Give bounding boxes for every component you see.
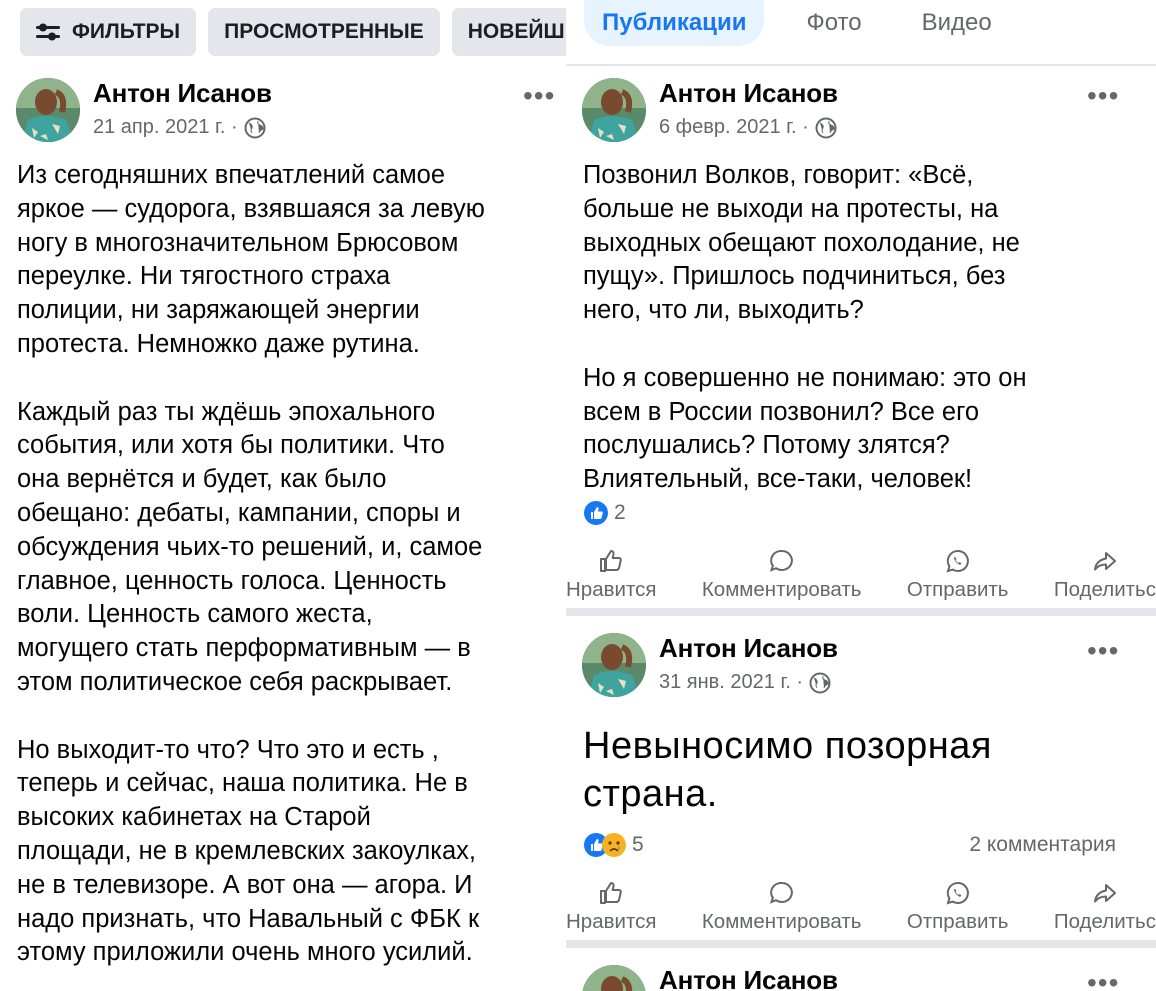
tabs-divider [566,64,1156,66]
profile-tabs: Публикации Фото Видео [584,0,1010,46]
filter-icon [36,23,60,41]
like-label: Нравится [566,578,657,601]
comment-icon [769,549,793,572]
author-name[interactable]: Антон Исанов [659,965,838,991]
post-text-large: Невыносимо позорная страна. [583,725,992,815]
like-button[interactable]: Нравится [566,880,656,934]
comment-label: Комментировать [701,910,862,933]
post-header: Антон Исанов 31 янв. 2021 г. · ••• [566,633,1156,699]
globe-icon [809,672,831,693]
post-card: Антон Исанов 6 февр. 2021 г. · ••• Позво… [566,78,1156,616]
post-date[interactable]: 31 янв. 2021 г. · [659,671,803,694]
author-name[interactable]: Антон Исанов [659,633,838,664]
filter-chips: ФИЛЬТРЫ ПРОСМОТРЕННЫЕ НОВЕЙШЕЕ [20,8,566,56]
send-label: Отправить [906,578,1009,601]
post-header: Антон Исанов ••• [566,965,1156,991]
filters-chip-label: ФИЛЬТРЫ [72,20,181,43]
reactions-summary[interactable]: 5 [584,833,644,857]
avatar-image [582,633,646,697]
tab-videos[interactable]: Видео [904,0,1010,46]
reactions-count: 5 [632,833,644,856]
whatsapp-icon [946,881,969,905]
reactions-count: 2 [614,501,626,524]
like-label: Нравится [566,910,657,933]
thumb-up-icon [600,550,623,572]
like-reaction-icon [584,501,608,525]
send-button[interactable]: Отправить [906,548,1009,602]
author-name[interactable]: Антон Исанов [93,78,272,109]
tab-posts[interactable]: Публикации [584,0,765,46]
post-divider [566,608,1156,616]
more-options-icon[interactable]: ••• [1087,967,1119,991]
filters-chip[interactable]: ФИЛЬТРЫ [20,8,197,56]
avatar-image [16,78,80,142]
newest-chip[interactable]: НОВЕЙШЕЕ [451,8,566,56]
post-card: Антон Исанов ••• [566,965,1156,991]
post-date[interactable]: 21 апр. 2021 г. · [93,116,238,139]
post-date[interactable]: 6 февр. 2021 г. · [659,116,809,139]
whatsapp-icon [946,549,969,573]
comment-icon [769,881,793,904]
post-divider [566,940,1156,948]
send-label: Отправить [906,910,1009,933]
avatar[interactable] [582,78,646,142]
left-feed: ФИЛЬТРЫ ПРОСМОТРЕННЫЕ НОВЕЙШЕЕ Антон Иса… [0,0,566,991]
more-options-icon[interactable]: ••• [1087,635,1119,667]
author-name[interactable]: Антон Исанов [659,78,838,109]
post-meta: 31 янв. 2021 г. · [659,671,831,694]
comment-button[interactable]: Комментировать [701,880,862,934]
post-card: Антон Исанов 21 апр. 2021 г. · ••• Из се… [0,78,566,966]
reaction-icons [584,833,626,857]
post-meta: 6 февр. 2021 г. · [659,116,837,139]
post-text: Из сегодняшних впечатлений самое яркое —… [17,161,485,967]
newest-chip-label: НОВЕЙШЕЕ [467,20,566,43]
viewed-chip-label: ПРОСМОТРЕННЫЕ [224,20,424,43]
post-header: Антон Исанов 21 апр. 2021 г. · ••• [0,78,566,144]
share-button[interactable]: Поделитьс [1054,548,1156,602]
avatar-image [582,78,646,142]
send-button[interactable]: Отправить [906,880,1009,934]
sad-reaction-icon [602,833,626,857]
post-header: Антон Исанов 6 февр. 2021 г. · ••• [566,78,1156,144]
avatar[interactable] [582,965,646,991]
more-options-icon[interactable]: ••• [523,80,555,112]
share-icon [1093,884,1116,903]
share-label: Поделитьс [1053,578,1156,601]
viewed-chip[interactable]: ПРОСМОТРЕННЫЕ [208,8,440,56]
share-icon [1093,552,1116,571]
avatar-image [582,965,646,991]
comment-button[interactable]: Комментировать [701,548,862,602]
comment-label: Комментировать [701,578,862,601]
avatar[interactable] [582,633,646,697]
comments-count[interactable]: 2 комментария [969,833,1116,857]
post-text: Позвонил Волков, говорит: «Всё, больше н… [583,161,1027,494]
post-actions: Нравится Комментировать Отправить Подели… [566,880,1156,934]
more-options-icon[interactable]: ••• [1087,80,1119,112]
share-button[interactable]: Поделитьс [1054,880,1156,934]
reactions-summary[interactable]: 2 [584,501,626,525]
share-label: Поделитьс [1053,910,1156,933]
globe-icon [244,117,266,138]
post-actions: Нравится Комментировать Отправить Подели… [566,548,1156,602]
right-feed: Публикации Фото Видео Антон Исанов 6 фев… [566,0,1156,991]
post-meta: 21 апр. 2021 г. · [93,116,266,139]
post-card: Антон Исанов 31 янв. 2021 г. · ••• Невын… [566,633,1156,948]
globe-icon [815,117,837,138]
like-button[interactable]: Нравится [566,548,656,602]
thumb-up-icon [600,882,623,904]
tab-photos[interactable]: Фото [788,0,879,46]
avatar[interactable] [16,78,80,142]
